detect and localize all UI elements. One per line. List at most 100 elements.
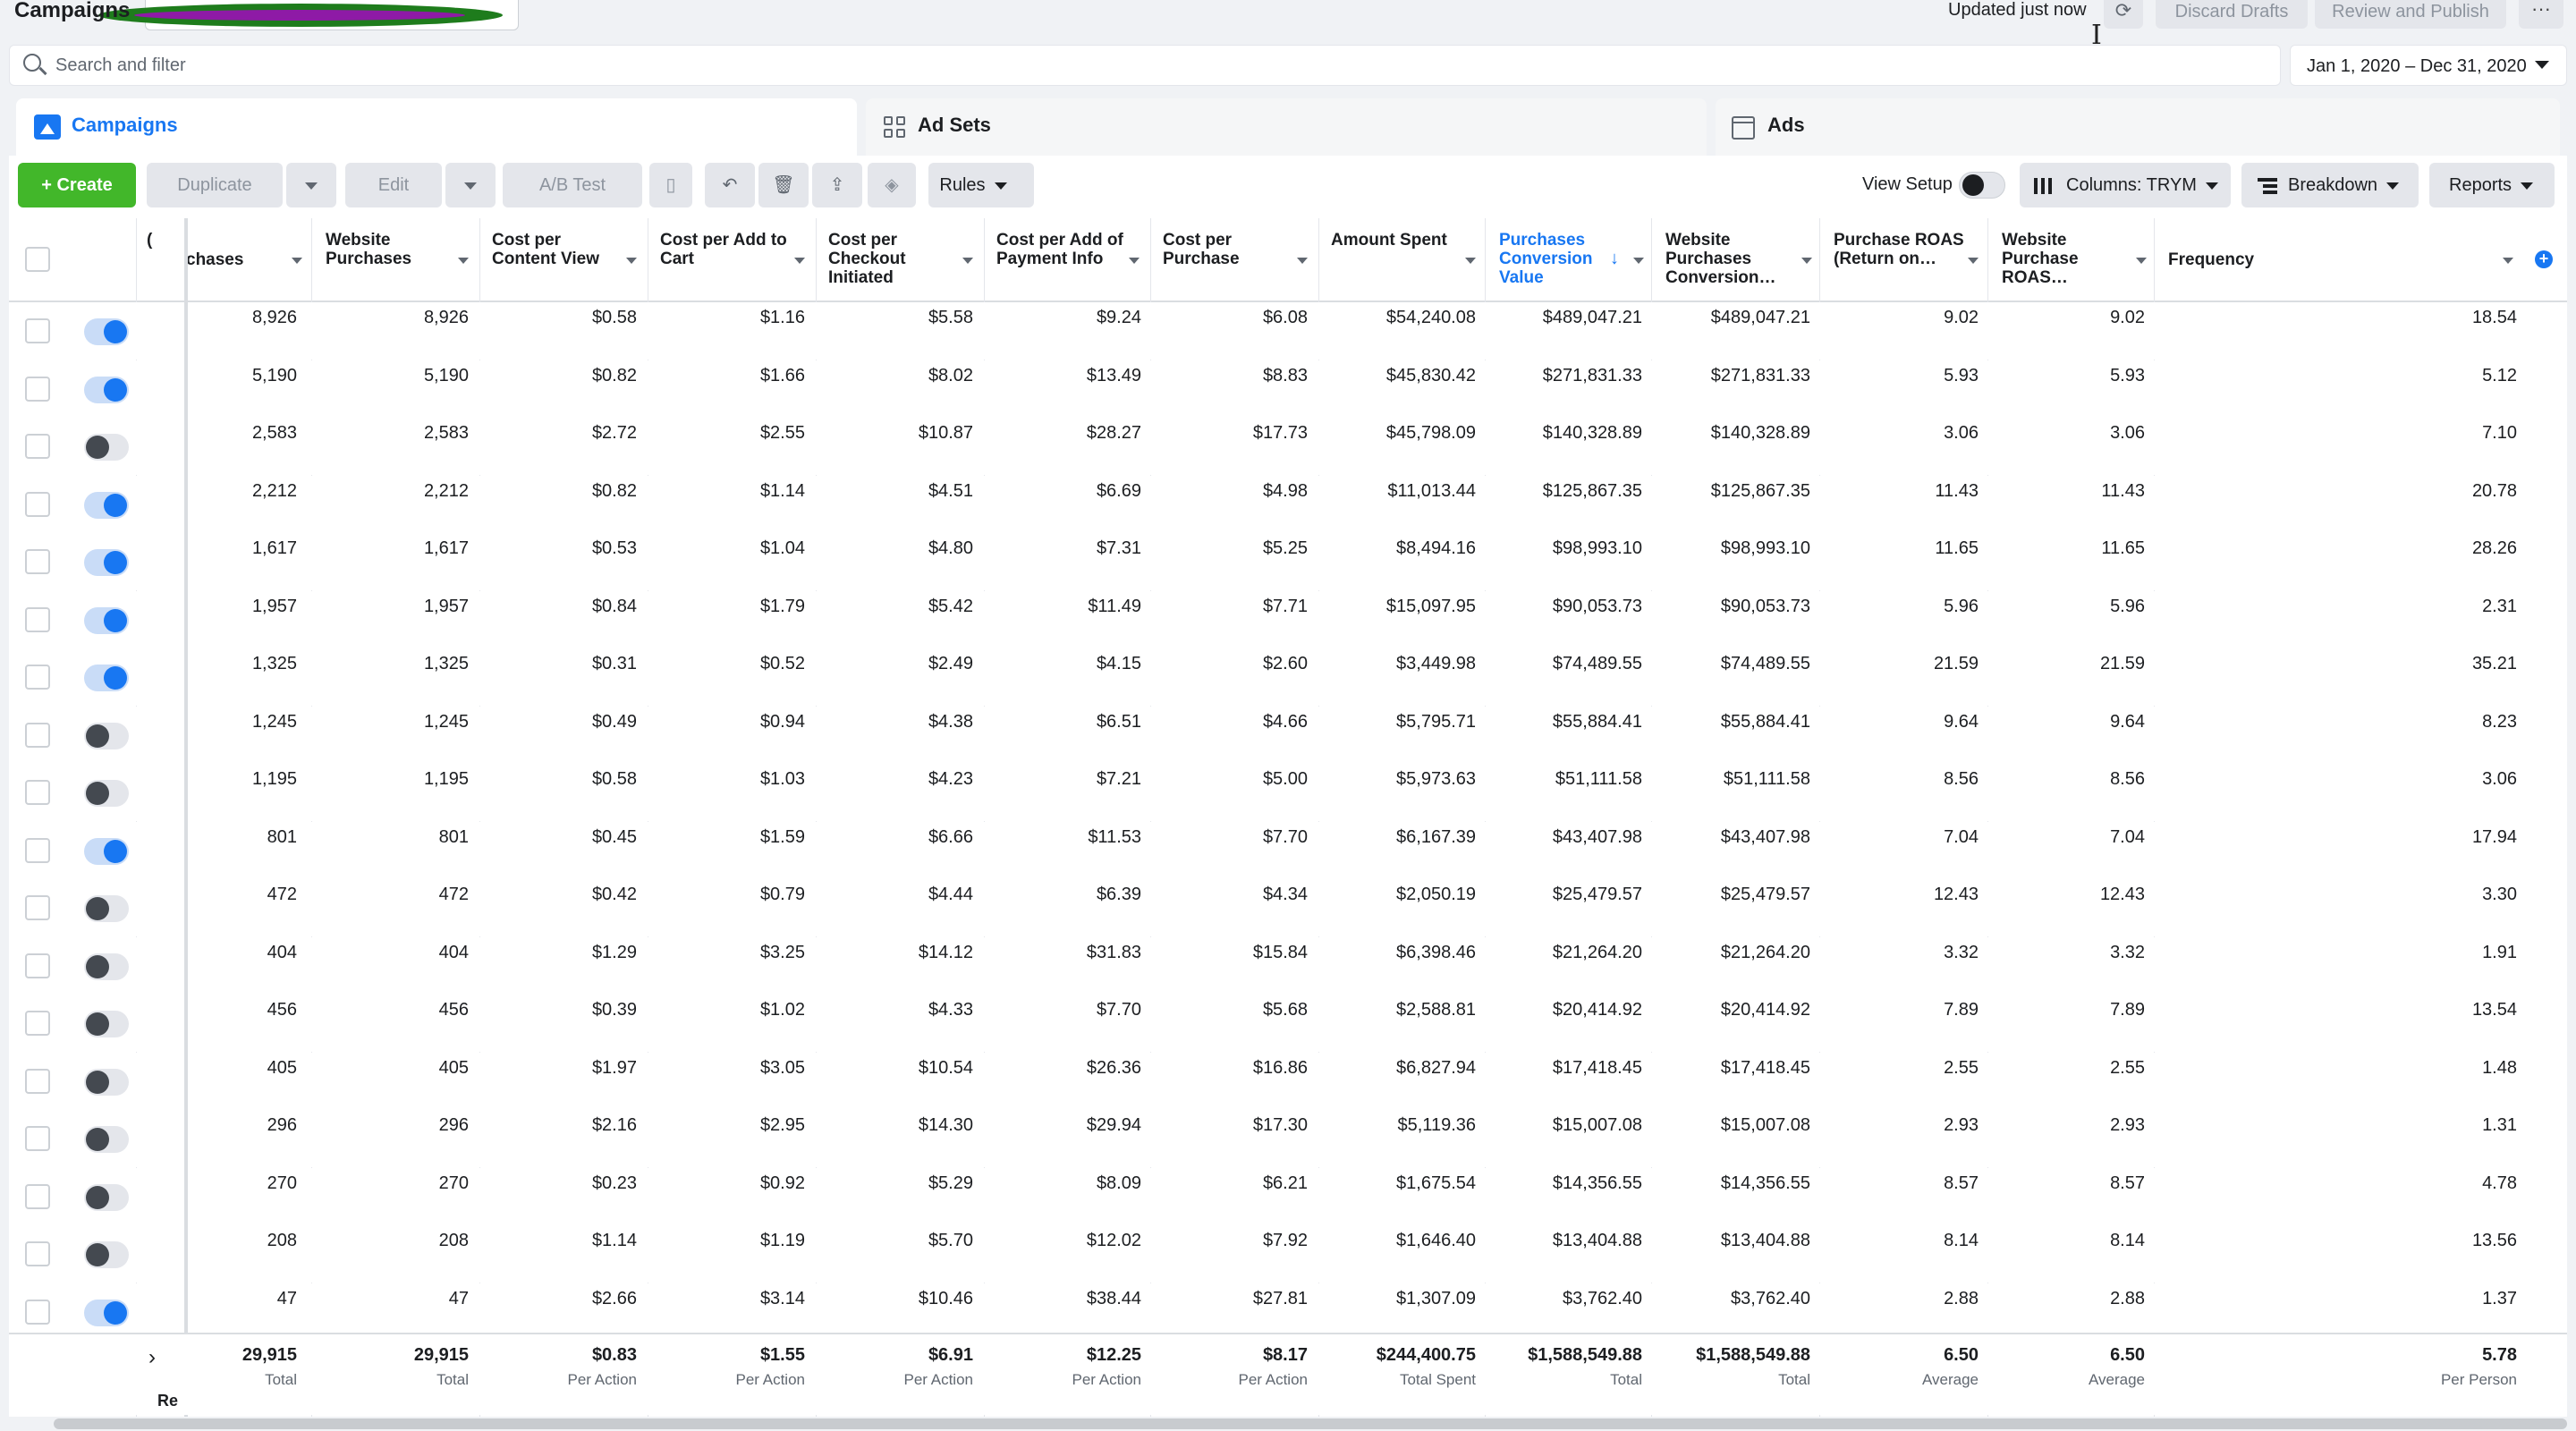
- column-header[interactable]: Website Purchases: [326, 231, 458, 268]
- archive-button[interactable]: ▯: [649, 163, 692, 207]
- review-publish-button[interactable]: Review and Publish: [2315, 0, 2506, 29]
- table-cell: 8.57: [1944, 1173, 1979, 1193]
- edit-dropdown-button[interactable]: [445, 163, 496, 207]
- column-header[interactable]: Website Purchase ROAS…: [2002, 231, 2134, 287]
- column-header[interactable]: Website Purchases Conversion…: [1665, 231, 1798, 287]
- ab-test-button[interactable]: A/B Test: [503, 163, 642, 207]
- sort-caret-icon[interactable]: [2136, 258, 2147, 264]
- campaign-status-toggle[interactable]: [84, 434, 129, 461]
- add-column-icon[interactable]: +: [2535, 250, 2553, 268]
- column-header[interactable]: Cost per Content View: [492, 231, 624, 268]
- campaign-status-toggle[interactable]: [84, 895, 129, 922]
- discard-drafts-button[interactable]: Discard Drafts: [2156, 0, 2308, 29]
- row-checkbox[interactable]: [25, 1068, 50, 1094]
- table-cell: $26.36: [1086, 1057, 1141, 1078]
- column-header[interactable]: chases: [186, 250, 293, 269]
- row-checkbox[interactable]: [25, 549, 50, 574]
- table-cell: $3,762.40: [1563, 1288, 1642, 1308]
- row-checkbox[interactable]: [25, 1183, 50, 1209]
- row-checkbox[interactable]: [25, 1011, 50, 1036]
- row-checkbox[interactable]: [25, 491, 50, 517]
- campaign-status-toggle[interactable]: [84, 549, 129, 576]
- row-checkbox[interactable]: [25, 1299, 50, 1325]
- sort-descending-icon[interactable]: ↓: [1610, 249, 1619, 269]
- duplicate-dropdown-button[interactable]: [286, 163, 336, 207]
- tab-ads[interactable]: [1716, 98, 2560, 156]
- chevron-right-icon[interactable]: ›: [148, 1345, 156, 1370]
- row-checkbox[interactable]: [25, 953, 50, 978]
- row-checkbox[interactable]: [25, 837, 50, 863]
- sort-caret-icon[interactable]: [292, 258, 302, 264]
- campaign-status-toggle[interactable]: [84, 376, 129, 403]
- campaign-status-toggle[interactable]: [84, 953, 129, 980]
- row-checkbox[interactable]: [25, 606, 50, 632]
- row-checkbox[interactable]: [25, 1241, 50, 1266]
- column-header[interactable]: Purchase ROAS (Return on…: [1834, 231, 1966, 268]
- row-checkbox[interactable]: [25, 722, 50, 748]
- column-header[interactable]: Cost per Checkout Initiated: [828, 231, 961, 287]
- table-cell: $21,264.20: [1720, 942, 1810, 962]
- table-cell: $1.19: [759, 1231, 805, 1250]
- campaign-status-toggle[interactable]: [84, 1299, 129, 1326]
- campaign-status-toggle[interactable]: [84, 1126, 129, 1153]
- toggle-knob: [86, 954, 109, 978]
- campaign-status-toggle[interactable]: [84, 665, 129, 691]
- campaign-status-toggle[interactable]: [84, 491, 129, 519]
- row-checkbox[interactable]: [25, 665, 50, 690]
- frozen-column-divider[interactable]: [184, 218, 188, 1417]
- row-checkbox[interactable]: [25, 1126, 50, 1151]
- column-header[interactable]: Cost per Add of Payment Info: [996, 231, 1129, 268]
- table-cell: $14,356.55: [1720, 1173, 1810, 1193]
- sort-caret-icon[interactable]: [1129, 258, 1140, 264]
- undo-button[interactable]: ↶: [705, 163, 755, 207]
- sort-caret-icon[interactable]: [1465, 258, 1476, 264]
- create-button[interactable]: + Create: [18, 163, 136, 207]
- campaign-status-toggle[interactable]: [84, 722, 129, 749]
- refresh-button[interactable]: ⟳: [2104, 0, 2143, 29]
- campaign-status-toggle[interactable]: [84, 318, 129, 345]
- table-cell: 5.93: [1944, 365, 1979, 385]
- tag-button[interactable]: ◈: [868, 163, 916, 207]
- header-name-column-sliver[interactable]: (: [147, 231, 156, 250]
- row-checkbox[interactable]: [25, 895, 50, 920]
- sort-caret-icon[interactable]: [626, 258, 637, 264]
- total-label: Total: [1610, 1371, 1642, 1388]
- search-input[interactable]: [54, 47, 2254, 84]
- campaign-status-toggle[interactable]: [84, 780, 129, 807]
- export-button[interactable]: ⇪: [812, 163, 862, 207]
- duplicate-button[interactable]: Duplicate: [147, 163, 283, 207]
- tab-ad-sets[interactable]: [866, 98, 1707, 156]
- sort-caret-icon[interactable]: [1297, 258, 1308, 264]
- total-value: 29,915: [413, 1345, 469, 1365]
- row-checkbox[interactable]: [25, 434, 50, 459]
- campaign-status-toggle[interactable]: [84, 1068, 129, 1096]
- sort-caret-icon[interactable]: [1633, 258, 1644, 264]
- sort-caret-icon[interactable]: [1801, 258, 1812, 264]
- horizontal-scrollbar[interactable]: [54, 1418, 2567, 1429]
- sort-caret-icon[interactable]: [2503, 258, 2513, 264]
- campaign-status-toggle[interactable]: [84, 606, 129, 634]
- date-range-picker[interactable]: Jan 1, 2020 – Dec 31, 2020: [2290, 45, 2567, 86]
- column-header[interactable]: Frequency: [2168, 250, 2490, 269]
- rules-button[interactable]: Rules: [928, 163, 1034, 207]
- campaign-status-toggle[interactable]: [84, 1011, 129, 1037]
- sort-caret-icon[interactable]: [794, 258, 805, 264]
- more-options-button[interactable]: ···: [2519, 0, 2563, 29]
- sort-caret-icon[interactable]: [962, 258, 973, 264]
- row-checkbox[interactable]: [25, 780, 50, 805]
- row-checkbox[interactable]: [25, 318, 50, 343]
- reports-button[interactable]: Reports: [2429, 163, 2555, 207]
- sort-caret-icon[interactable]: [458, 258, 469, 264]
- row-checkbox[interactable]: [25, 376, 50, 402]
- table-cell: $15,007.08: [1720, 1115, 1810, 1135]
- edit-button[interactable]: Edit: [345, 163, 442, 207]
- select-all-checkbox[interactable]: [25, 247, 50, 272]
- column-header[interactable]: Cost per Add to Cart: [660, 231, 792, 268]
- delete-button[interactable]: 🗑: [758, 163, 809, 207]
- campaign-status-toggle[interactable]: [84, 1241, 129, 1268]
- column-header[interactable]: Cost per Purchase: [1163, 231, 1295, 268]
- campaign-status-toggle[interactable]: [84, 1183, 129, 1211]
- sort-caret-icon[interactable]: [1968, 258, 1979, 264]
- column-header[interactable]: Amount Spent: [1331, 231, 1463, 250]
- campaign-status-toggle[interactable]: [84, 837, 129, 865]
